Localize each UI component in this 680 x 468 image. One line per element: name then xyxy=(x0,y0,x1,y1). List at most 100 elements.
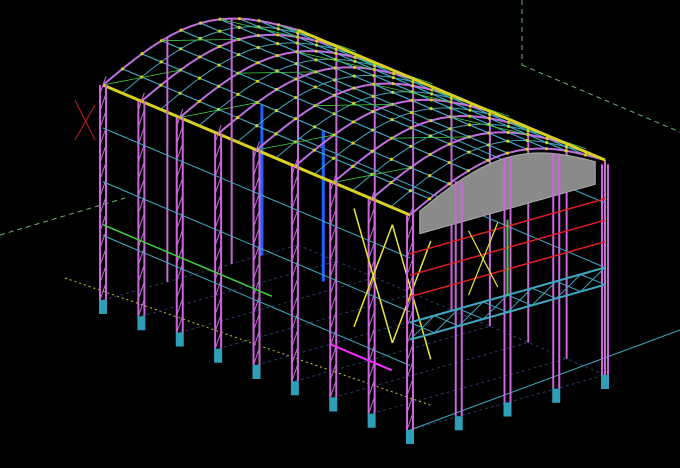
column-footing xyxy=(214,348,223,363)
purlin-clip-dot xyxy=(237,17,242,21)
purlin-clip-dot xyxy=(333,66,337,70)
purlin-clip-dot xyxy=(487,116,491,120)
purlin-clip-dot xyxy=(351,164,355,168)
purlin-clip-dot xyxy=(486,158,490,162)
purlin-clip-dot xyxy=(409,110,414,115)
purlin-clip-dot xyxy=(217,84,221,88)
purlin-clip-dot xyxy=(371,94,375,98)
purlin-clip-dot xyxy=(389,157,394,162)
ground-grid-line xyxy=(141,260,337,317)
purlin-clip-dot xyxy=(312,148,316,152)
purlin-clip-dot xyxy=(352,86,356,90)
purlin-clip-dot xyxy=(331,156,336,160)
purlin-clip-dot xyxy=(447,160,451,165)
purlin-clip-dot xyxy=(237,25,241,30)
purlin-clip-dot xyxy=(506,130,510,135)
purlin-clip-dot xyxy=(313,125,317,129)
purlin-clip-dot xyxy=(313,85,317,89)
purlin-clip-dot xyxy=(352,101,356,106)
purlin-clip-dot xyxy=(428,134,433,138)
purlin-clip-dot xyxy=(256,61,260,65)
purlin-clip-dot xyxy=(159,83,163,87)
ground-grid-line xyxy=(409,329,680,431)
purlin-clip-dot xyxy=(525,147,529,151)
purlin-clip-dot xyxy=(295,41,299,45)
purlin-clip-dot xyxy=(198,36,202,41)
purlin-clip-dot xyxy=(391,90,395,95)
purlin-clip-dot xyxy=(468,114,472,118)
purlin-clip-dot xyxy=(120,67,125,71)
floor-beam xyxy=(329,343,393,372)
purlin-clip-dot xyxy=(179,47,183,51)
purlin-clip-dot xyxy=(525,138,529,143)
purlin-clip-dot xyxy=(409,144,413,148)
purlin-clip-dot xyxy=(447,182,451,186)
column-footing xyxy=(367,413,376,428)
purlin-clip-dot xyxy=(544,147,549,151)
purlin-clip-dot xyxy=(429,107,433,111)
purlin-clip-dot xyxy=(236,92,240,97)
purlin-clip-dot xyxy=(429,119,433,123)
purlin-clip-dot xyxy=(140,52,144,56)
purlin-clip-dot xyxy=(466,169,471,173)
column-footing xyxy=(454,416,463,431)
purlin-clip-dot xyxy=(429,98,433,102)
3d-model-viewport[interactable] xyxy=(0,0,680,468)
purlin-clip-dot xyxy=(430,92,434,96)
purlin-clip-dot xyxy=(236,53,241,57)
purlin-clip-dot xyxy=(448,106,453,110)
purlin-clip-dot xyxy=(333,78,337,82)
purlin-clip-dot xyxy=(274,132,278,136)
purlin-clip-dot xyxy=(178,91,182,95)
purlin-clip-dot xyxy=(275,54,279,58)
purlin-clip-dot xyxy=(257,19,261,23)
purlin-clip-dot xyxy=(217,44,221,49)
purlin-clip-dot xyxy=(505,151,510,155)
purlin-clip-dot xyxy=(198,55,202,59)
ground-grid-line xyxy=(333,342,529,398)
purlin-clip-dot xyxy=(564,149,568,153)
roof-bracing xyxy=(102,69,181,86)
purlin-clip-dot xyxy=(275,87,279,92)
ground-grid-line xyxy=(179,277,375,333)
purlin-clip-dot xyxy=(427,197,432,201)
purlin-clip-dot xyxy=(275,42,280,46)
roof-bracing xyxy=(179,102,258,118)
purlin-clip-dot xyxy=(159,60,163,64)
purlin-clip-dot xyxy=(467,150,471,154)
purlin-clip-dot xyxy=(256,45,260,50)
purlin-clip-dot xyxy=(408,189,412,193)
purlin-clip-dot xyxy=(372,73,376,78)
purlin-clip-dot xyxy=(351,141,355,145)
purlin-clip-dot xyxy=(332,112,336,116)
ground-grid-line xyxy=(102,244,299,301)
purlin-clip-dot xyxy=(391,82,395,86)
axis-x-line xyxy=(521,64,680,133)
column-footing xyxy=(329,397,338,412)
purlin-clip-dot xyxy=(294,77,298,81)
purlin-clip-dot xyxy=(255,79,260,83)
purlin-clip-dot xyxy=(370,149,374,153)
purlin-clip-dot xyxy=(276,27,280,31)
purlin-clip-dot xyxy=(332,93,337,97)
purlin-clip-dot xyxy=(410,84,415,88)
purlin-clip-dot xyxy=(467,123,472,127)
purlin-clip-dot xyxy=(448,127,452,131)
purlin-clip-dot xyxy=(314,43,319,47)
purlin-clip-dot xyxy=(370,128,375,132)
column-footing xyxy=(175,332,184,347)
column-footing xyxy=(601,375,609,389)
purlin-clip-dot xyxy=(314,49,318,53)
purlin-clip-dot xyxy=(255,124,259,128)
purlin-clip-dot xyxy=(506,139,510,143)
purlin-clip-dot xyxy=(274,109,278,113)
column-footing xyxy=(290,381,299,396)
front-frame xyxy=(99,18,609,444)
purlin-clip-dot xyxy=(410,98,414,103)
purlin-clip-dot xyxy=(506,124,511,129)
purlin-clip-dot xyxy=(428,152,432,157)
column-footing xyxy=(503,402,512,417)
purlin-clip-dot xyxy=(428,174,432,178)
purlin-clip-dot xyxy=(218,29,222,33)
column-footing xyxy=(252,365,261,379)
